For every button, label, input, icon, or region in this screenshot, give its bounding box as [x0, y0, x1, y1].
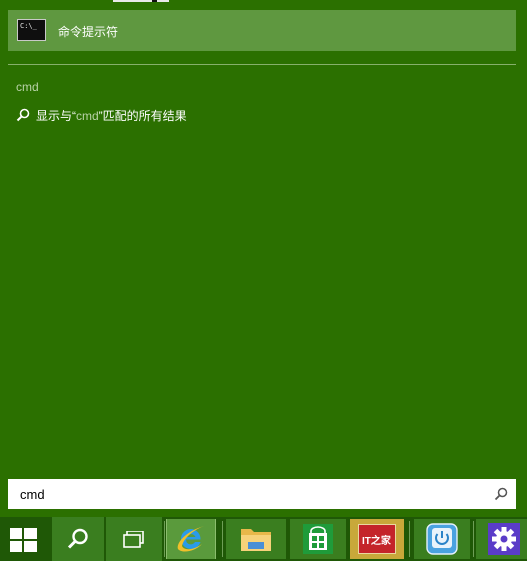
search-all-results-text: 显示与“cmd”匹配的所有结果 — [36, 107, 187, 124]
ithome-label: IT之家 — [362, 536, 391, 547]
search-box[interactable] — [8, 479, 516, 509]
store-button[interactable] — [290, 519, 346, 559]
taskbar-separator — [164, 521, 165, 557]
taskbar-separator — [222, 521, 223, 557]
search-all-results-link[interactable]: 显示与“cmd”匹配的所有结果 — [16, 107, 187, 123]
task-view-icon — [123, 531, 144, 548]
settings-icon — [488, 523, 520, 555]
power-app-button[interactable] — [414, 519, 470, 559]
internet-explorer-icon — [177, 526, 204, 552]
internet-explorer-button[interactable] — [166, 519, 216, 559]
top-strip — [113, 0, 169, 2]
best-match-result[interactable]: C:\_ 命令提示符 — [8, 10, 516, 51]
taskbar-search-button[interactable] — [52, 517, 104, 561]
top-strip-marker — [152, 0, 157, 2]
search-web-suffix: ”匹配的所有结果 — [98, 108, 187, 123]
ithome-button[interactable]: IT之家 — [350, 519, 404, 559]
store-icon — [303, 524, 333, 554]
taskbar: IT之家 — [0, 517, 527, 561]
start-button[interactable] — [0, 517, 46, 561]
search-web-query: cmd — [76, 108, 99, 123]
taskbar-separator — [473, 521, 474, 557]
file-explorer-button[interactable] — [226, 519, 286, 559]
settings-button[interactable] — [476, 519, 527, 559]
results-divider — [8, 64, 516, 65]
taskbar-separator — [409, 521, 410, 557]
best-match-label: 命令提示符 — [58, 25, 119, 39]
file-explorer-icon — [241, 529, 271, 551]
ithome-icon: IT之家 — [358, 524, 396, 554]
cmd-icon-text: C:\_ — [20, 22, 37, 30]
windows-start-icon — [10, 528, 37, 552]
search-input[interactable] — [20, 485, 460, 503]
task-view-button[interactable] — [106, 517, 162, 561]
search-icon — [16, 108, 30, 122]
search-web-prefix: 显示与“ — [36, 108, 76, 123]
command-prompt-icon: C:\_ — [17, 19, 46, 41]
section-heading: cmd — [16, 80, 39, 94]
search-submit-icon[interactable] — [494, 487, 508, 501]
search-icon — [67, 528, 88, 549]
power-icon — [426, 523, 458, 555]
